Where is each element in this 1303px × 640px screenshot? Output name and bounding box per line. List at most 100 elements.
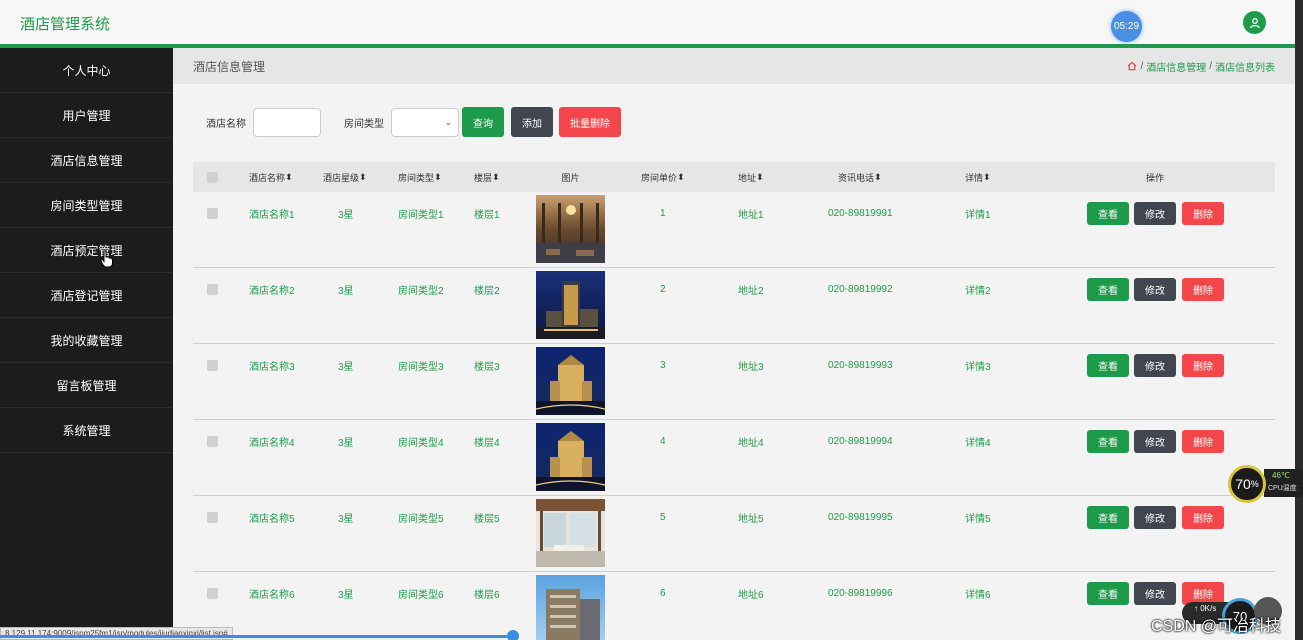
table-header: 酒店名称 ⬍ 酒店星级 ⬍ 房间类型 ⬍ 楼层 ⬍ 图片 房间单价 ⬍ 地址 ⬍ 资讯电话 ⬍… (193, 162, 1275, 192)
column-header-floor[interactable]: 楼层 ⬍ (474, 162, 500, 192)
query-button[interactable]: 查询 (462, 107, 504, 137)
cell-detail: 详情3 (965, 362, 991, 373)
hotel-thumbnail (536, 423, 605, 491)
cell-phone: 020-89819996 (828, 588, 893, 599)
view-button[interactable]: 查看 (1087, 506, 1129, 529)
row-checkbox[interactable] (207, 436, 218, 447)
cpu-temperature-label: CPU温度 (1268, 485, 1297, 492)
add-button[interactable]: 添加 (511, 107, 553, 137)
page-header: 酒店信息管理 / 酒店信息管理 / 酒店信息列表 (173, 48, 1295, 84)
edit-button[interactable]: 修改 (1134, 430, 1176, 453)
clock-badge: 05:29 (1111, 11, 1142, 42)
select-all-checkbox[interactable] (207, 171, 218, 183)
column-header-price[interactable]: 房间单价 ⬍ (641, 162, 685, 192)
column-header-address[interactable]: 地址 ⬍ (738, 162, 764, 192)
hotel-thumbnail (536, 575, 605, 640)
row-checkbox[interactable] (207, 208, 218, 219)
column-header-image: 图片 (561, 172, 580, 183)
page-title: 酒店信息管理 (193, 59, 266, 74)
column-header-star[interactable]: 酒店星级 ⬍ (323, 162, 367, 192)
delete-button[interactable]: 删除 (1182, 354, 1224, 377)
cell-phone: 020-89819993 (828, 360, 893, 371)
sidebar: 个人中心 用户管理 酒店信息管理 房间类型管理 酒店预定管理 酒店登记管理 我的… (0, 48, 173, 640)
delete-button[interactable]: 删除 (1182, 430, 1224, 453)
sidebar-item-room-types[interactable]: 房间类型管理 (0, 183, 173, 228)
sidebar-item-check-in[interactable]: 酒店登记管理 (0, 273, 173, 318)
progress-knob (507, 630, 519, 640)
cell-price: 2 (660, 284, 666, 295)
room-type-select[interactable]: ⌄ (391, 107, 459, 137)
table-row: 酒店名称6 3星 房间类型6 楼层6 6 地址6 020-89819996 详情6 查看 修改 删除 (193, 572, 1275, 640)
view-button[interactable]: 查看 (1087, 278, 1129, 301)
row-checkbox[interactable] (207, 284, 218, 295)
hotel-thumbnail (536, 195, 605, 263)
cell-name: 酒店名称2 (249, 286, 295, 297)
cell-detail: 详情1 (965, 210, 991, 221)
cell-address: 地址2 (738, 286, 764, 297)
row-checkbox[interactable] (207, 360, 218, 371)
cell-price: 1 (660, 208, 666, 219)
cell-name: 酒店名称4 (249, 438, 295, 449)
delete-button[interactable]: 删除 (1182, 202, 1224, 225)
table-row: 酒店名称2 3星 房间类型2 楼层2 2 地址2 020-89819992 详情2 查看 修改 删除 (193, 268, 1275, 344)
cell-type: 房间类型4 (398, 438, 444, 449)
sidebar-item-system[interactable]: 系统管理 (0, 408, 173, 453)
delete-button[interactable]: 删除 (1182, 278, 1224, 301)
hotel-thumbnail (536, 271, 605, 339)
cell-phone: 020-89819994 (828, 436, 893, 447)
user-avatar-icon[interactable] (1243, 11, 1266, 34)
batch-delete-button[interactable]: 批量删除 (559, 107, 621, 137)
view-button[interactable]: 查看 (1087, 354, 1129, 377)
sidebar-item-reservations[interactable]: 酒店预定管理 (0, 228, 173, 273)
cell-name: 酒店名称6 (249, 590, 295, 601)
status-bar-url: 8.129.11.174:9009/jspm25fm1/jsp/modules/… (0, 627, 233, 640)
cell-address: 地址6 (738, 590, 764, 601)
cell-price: 3 (660, 360, 666, 371)
view-button[interactable]: 查看 (1087, 202, 1129, 225)
breadcrumb-separator: / (1209, 60, 1212, 72)
hotel-thumbnail (536, 347, 605, 415)
sidebar-item-hotel-info[interactable]: 酒店信息管理 (0, 138, 173, 183)
main-content: 酒店信息管理 / 酒店信息管理 / 酒店信息列表 酒店名称 房间类型 ⌄ 查询 … (173, 48, 1295, 640)
view-button[interactable]: 查看 (1087, 430, 1129, 453)
cell-phone: 020-89819995 (828, 512, 893, 523)
row-checkbox[interactable] (207, 588, 218, 599)
watermark: CSDN @可冶科技 (1151, 618, 1282, 635)
edit-button[interactable]: 修改 (1134, 582, 1176, 605)
sidebar-item-personal-center[interactable]: 个人中心 (0, 48, 173, 93)
app-title: 酒店管理系统 (20, 16, 111, 33)
cell-floor: 楼层1 (474, 210, 500, 221)
edit-button[interactable]: 修改 (1134, 506, 1176, 529)
breadcrumb: / 酒店信息管理 / 酒店信息列表 (1127, 59, 1275, 74)
cell-floor: 楼层4 (474, 438, 500, 449)
cell-star: 3星 (338, 210, 354, 221)
cell-detail: 详情2 (965, 286, 991, 297)
sidebar-item-users[interactable]: 用户管理 (0, 93, 173, 138)
breadcrumb-item-hotel-info[interactable]: 酒店信息管理 (1146, 59, 1206, 74)
cpu-monitor-widget: 46℃ CPU温度 70% (1228, 465, 1303, 503)
sidebar-item-message-board[interactable]: 留言板管理 (0, 363, 173, 408)
edit-button[interactable]: 修改 (1134, 278, 1176, 301)
cell-address: 地址5 (738, 514, 764, 525)
sidebar-item-favorites[interactable]: 我的收藏管理 (0, 318, 173, 363)
column-header-room-type[interactable]: 房间类型 ⬍ (398, 162, 442, 192)
column-header-detail[interactable]: 详情 ⬍ (965, 162, 991, 192)
column-header-phone[interactable]: 资讯电话 ⬍ (838, 162, 882, 192)
cell-star: 3星 (338, 590, 354, 601)
cell-price: 5 (660, 512, 666, 523)
view-button[interactable]: 查看 (1087, 582, 1129, 605)
column-header-hotel-name[interactable]: 酒店名称 ⬍ (249, 162, 293, 192)
page-load-progress (0, 635, 513, 638)
row-checkbox[interactable] (207, 512, 218, 523)
cell-star: 3星 (338, 286, 354, 297)
edit-button[interactable]: 修改 (1134, 202, 1176, 225)
table-row: 酒店名称1 3星 房间类型1 楼层1 1 地址1 020-89819991 详情1 查看 修改 删除 (193, 192, 1275, 268)
cell-detail: 详情5 (965, 514, 991, 525)
home-icon[interactable] (1127, 61, 1137, 71)
edit-button[interactable]: 修改 (1134, 354, 1176, 377)
cell-address: 地址1 (738, 210, 764, 221)
delete-button[interactable]: 删除 (1182, 506, 1224, 529)
hotel-name-input[interactable] (253, 107, 321, 137)
chevron-down-icon: ⌄ (444, 116, 452, 127)
cell-name: 酒店名称5 (249, 514, 295, 525)
